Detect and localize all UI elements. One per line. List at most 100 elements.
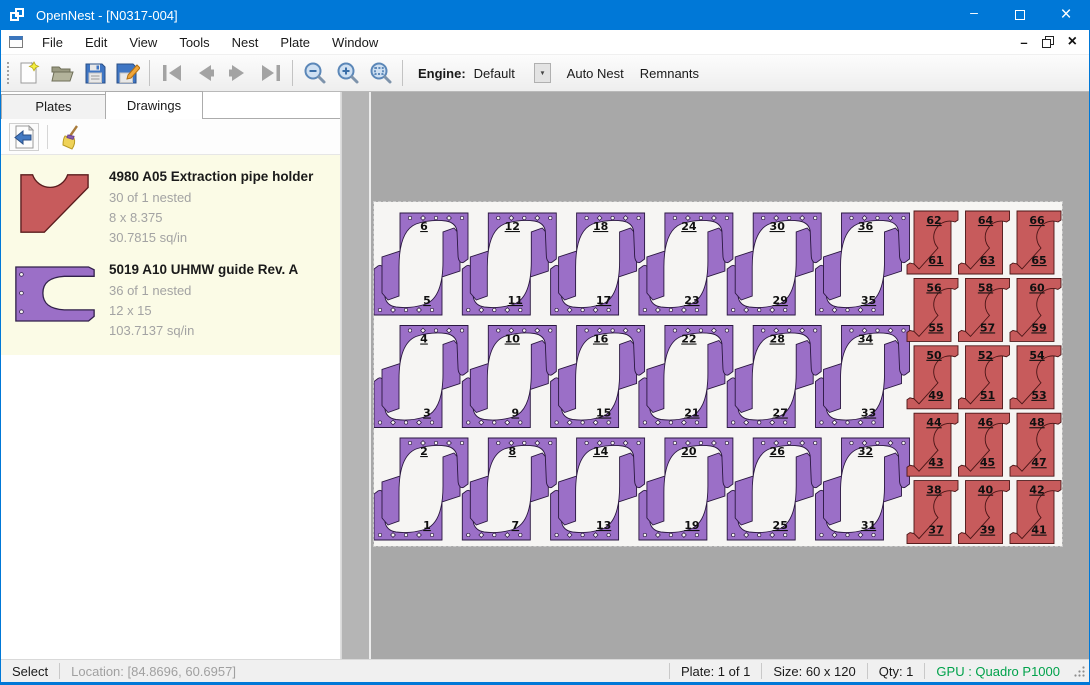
nested-pair: 1413 [551, 438, 645, 540]
menu-nest[interactable]: Nest [221, 31, 270, 54]
drawing-title: 5019 A10 UHMW guide Rev. A [109, 262, 336, 277]
status-gpu: GPU : Quadro P1000 [925, 664, 1071, 679]
tab-drawings[interactable]: Drawings [105, 91, 203, 119]
part-number: 28 [770, 333, 785, 346]
nested-pair: 2423 [639, 213, 733, 315]
nested-pair: 87 [462, 438, 556, 540]
menu-window[interactable]: Window [321, 31, 389, 54]
part-number: 7 [511, 519, 519, 532]
nav-last-icon [259, 63, 283, 83]
nav-previous-button[interactable] [188, 58, 221, 88]
mdi-minimize-button[interactable]: – [1020, 35, 1027, 50]
menu-edit[interactable]: Edit [74, 31, 118, 54]
status-mode: Select [1, 664, 59, 679]
part-number: 54 [1029, 349, 1045, 362]
nested-pair: 5049 [907, 346, 958, 409]
mdi-restore-button[interactable] [1042, 36, 1054, 48]
panel-splitter[interactable] [341, 92, 371, 659]
drawing-item-extraction-pipe-holder[interactable]: 4980 A05 Extraction pipe holder 30 of 1 … [1, 161, 340, 254]
part-number: 40 [978, 484, 994, 497]
engine-select-arrow-button[interactable]: ▼ [534, 63, 551, 83]
part-number: 37 [928, 524, 943, 537]
part-number: 32 [858, 445, 873, 458]
app-window: OpenNest - [N0317-004] – × File Edit Vie… [0, 0, 1090, 685]
nest-canvas[interactable]: 6543211211109871817161514132423222120193… [371, 92, 1089, 659]
part-number: 41 [1031, 524, 1046, 537]
maximize-button[interactable] [997, 0, 1043, 30]
toolbar-separator [292, 60, 293, 86]
zoom-in-button[interactable] [331, 58, 364, 88]
window-title: OpenNest - [N0317-004] [36, 8, 178, 23]
drawing-area: 30.7815 sq/in [109, 228, 336, 248]
menu-view[interactable]: View [118, 31, 168, 54]
open-file-icon [50, 63, 74, 83]
drawing-thumbnail-purple-part [14, 264, 96, 324]
part-number: 12 [505, 220, 520, 233]
nested-pair: 3433 [816, 326, 910, 428]
part-number: 19 [684, 519, 699, 532]
auto-nest-button[interactable]: Auto Nest [559, 61, 632, 86]
nested-pair: 6059 [1010, 278, 1061, 341]
nested-pair: 4645 [959, 413, 1010, 476]
toolbar-separator [47, 125, 48, 149]
minimize-button[interactable]: – [951, 0, 997, 30]
nested-pair: 2625 [727, 438, 821, 540]
part-number: 10 [505, 333, 521, 346]
part-number: 43 [928, 456, 943, 469]
part-number: 21 [684, 407, 699, 420]
zoom-out-button[interactable] [298, 58, 331, 88]
nested-pair: 109 [462, 326, 556, 428]
sidebar-tabstrip: Plates Drawings [1, 92, 340, 119]
part-number: 5 [423, 294, 431, 307]
nested-pair: 6665 [1010, 211, 1061, 274]
drawing-item-uhmw-guide[interactable]: 5019 A10 UHMW guide Rev. A 36 of 1 neste… [1, 254, 340, 347]
clean-drawings-button[interactable] [56, 123, 86, 151]
part-number: 62 [926, 214, 941, 227]
nested-pair: 4039 [959, 481, 1010, 544]
menu-plate[interactable]: Plate [269, 31, 321, 54]
save-as-button[interactable] [111, 58, 144, 88]
nav-first-button[interactable] [155, 58, 188, 88]
tab-plates[interactable]: Plates [1, 94, 105, 119]
part-number: 29 [773, 294, 788, 307]
nested-pair: 5655 [907, 278, 958, 341]
menu-tools[interactable]: Tools [168, 31, 220, 54]
nested-pair: 1817 [551, 213, 645, 315]
nav-last-button[interactable] [254, 58, 287, 88]
save-button[interactable] [78, 58, 111, 88]
part-number: 33 [861, 407, 876, 420]
new-file-icon [18, 61, 40, 85]
remnants-button[interactable]: Remnants [632, 61, 707, 86]
part-number: 25 [773, 519, 788, 532]
mdi-close-button[interactable]: × [1068, 33, 1077, 51]
import-drawing-button[interactable] [9, 123, 39, 151]
part-number: 23 [684, 294, 699, 307]
nav-next-button[interactable] [221, 58, 254, 88]
nested-pair: 6463 [959, 211, 1010, 274]
mdi-document-icon[interactable] [9, 36, 23, 48]
nested-parts-layer: 6543211211109871817161514132423222120193… [374, 202, 1062, 546]
nested-pair: 1211 [462, 213, 556, 315]
zoom-fit-button[interactable] [364, 58, 397, 88]
part-number: 20 [681, 445, 697, 458]
resize-grip[interactable] [1071, 665, 1089, 678]
part-number: 14 [593, 445, 609, 458]
part-number: 18 [593, 220, 608, 233]
part-number: 57 [980, 321, 995, 334]
close-button[interactable]: × [1043, 0, 1089, 30]
engine-select-value[interactable]: Default [472, 64, 534, 83]
new-file-button[interactable] [12, 58, 45, 88]
toolbar-grip[interactable] [4, 60, 12, 86]
part-number: 44 [926, 416, 942, 429]
part-number: 1 [423, 519, 431, 532]
plate-sheet[interactable]: 6543211211109871817161514132423222120193… [374, 202, 1062, 546]
part-number: 48 [1029, 416, 1044, 429]
nested-pair: 43 [374, 326, 468, 428]
part-number: 51 [980, 389, 995, 402]
nested-pair: 44 43 [907, 413, 958, 476]
open-file-button[interactable] [45, 58, 78, 88]
menu-file[interactable]: File [31, 31, 74, 54]
maximize-icon [1015, 10, 1025, 20]
part-number: 59 [1031, 321, 1046, 334]
title-bar: OpenNest - [N0317-004] – × [1, 0, 1089, 30]
